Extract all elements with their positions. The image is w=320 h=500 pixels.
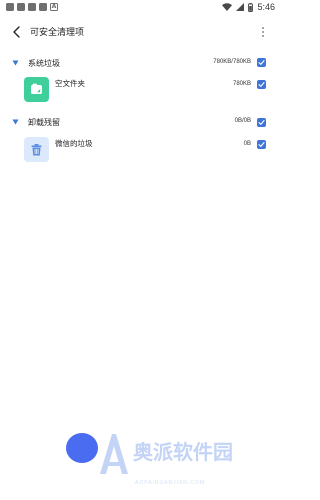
list-item-empty-folder[interactable]: 空文件夹 780KB xyxy=(0,77,281,105)
notification-icon xyxy=(6,3,14,11)
more-options-icon[interactable] xyxy=(258,25,268,39)
group-title: 卸载残留 xyxy=(28,118,60,127)
title-bar: 可安全清理项 xyxy=(0,22,281,42)
notification-icon xyxy=(17,3,25,11)
group-header-system-junk[interactable]: 系统垃圾 780KB/780KB xyxy=(0,56,281,70)
group-size: 780KB/780KB xyxy=(213,59,251,65)
caret-down-icon[interactable] xyxy=(12,60,19,66)
check-icon xyxy=(258,82,265,87)
folder-icon xyxy=(24,77,49,102)
a-badge-icon: A xyxy=(50,3,58,11)
item-checkbox[interactable] xyxy=(257,140,266,149)
notification-icons: A xyxy=(6,3,58,11)
clean-fab-button[interactable] xyxy=(66,433,98,463)
status-time: 5:46 xyxy=(257,2,275,12)
back-arrow-icon[interactable] xyxy=(12,26,22,38)
watermark-subtext: AOPAIRUANJIAN.COM xyxy=(135,480,205,486)
item-size: 0B xyxy=(243,141,251,147)
status-bar: A 5:46 xyxy=(0,0,281,14)
check-icon xyxy=(258,120,265,125)
item-label: 空文件夹 xyxy=(55,79,85,88)
group-header-uninstall-residue[interactable]: 卸载残留 0B/0B xyxy=(0,115,281,129)
group-checkbox[interactable] xyxy=(257,58,266,67)
watermark-text: 奥派软件园 xyxy=(133,440,233,464)
group-size: 0B/0B xyxy=(234,118,251,124)
item-label: 微信的垃圾 xyxy=(55,139,93,148)
signal-icon xyxy=(236,3,245,11)
notification-icon xyxy=(28,3,36,11)
wechat-trash-icon xyxy=(24,137,49,162)
check-icon xyxy=(258,142,265,147)
wifi-icon xyxy=(222,3,233,11)
caret-down-icon[interactable] xyxy=(12,119,19,125)
group-title: 系统垃圾 xyxy=(28,59,60,68)
item-size: 780KB xyxy=(232,81,251,87)
battery-icon xyxy=(248,2,254,12)
item-checkbox[interactable] xyxy=(257,80,266,89)
notification-icon xyxy=(39,3,47,11)
page-title: 可安全清理项 xyxy=(30,28,85,38)
check-icon xyxy=(258,60,265,65)
list-item-wechat-junk[interactable]: 微信的垃圾 0B xyxy=(0,137,281,165)
group-checkbox[interactable] xyxy=(257,118,266,127)
